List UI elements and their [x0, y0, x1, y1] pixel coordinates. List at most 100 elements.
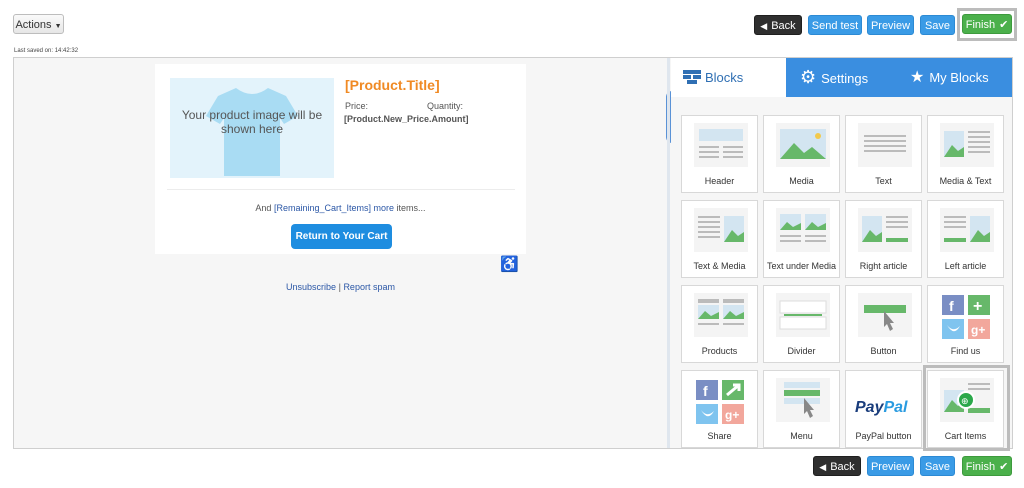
block-header[interactable]: Header [681, 115, 758, 193]
block-label: Button [870, 346, 897, 356]
footer-finish-label: Finish [965, 461, 996, 473]
block-menu[interactable]: Menu [763, 370, 840, 448]
send-test-label: Send test [811, 20, 859, 32]
block-paypal-button[interactable]: PayPal PayPal button [845, 370, 922, 448]
block-media[interactable]: Media [763, 115, 840, 193]
email-footer-links: Unsubscribe | Report spam [14, 282, 667, 292]
block-products[interactable]: Products [681, 285, 758, 363]
block-share[interactable]: f g+ Share [681, 370, 758, 448]
actions-dropdown[interactable]: Actions ▼ [13, 14, 64, 34]
actions-label: Actions [15, 19, 52, 31]
media-text-block-icon [940, 123, 994, 167]
block-label: Right article [859, 261, 908, 271]
footer-save-label: Save [924, 461, 951, 473]
panel-resize-handle[interactable] [667, 58, 670, 448]
text-under-media-block-icon [776, 208, 830, 252]
product-title: [Product.Title] [345, 77, 440, 93]
block-label: Text & Media [693, 261, 746, 271]
star-icon: ★ [910, 69, 925, 86]
block-text-under-media[interactable]: Text under Media [763, 200, 840, 278]
button-block-icon [858, 293, 912, 337]
send-test-button[interactable]: Send test [808, 15, 862, 35]
footer-separator: | [338, 282, 341, 292]
checkmark-icon: ✔ [999, 461, 1009, 473]
return-to-cart-button[interactable]: Return to Your Cart [291, 224, 392, 249]
text-media-block-icon [694, 208, 748, 252]
unsubscribe-link[interactable]: Unsubscribe [286, 282, 336, 292]
block-label: Products [701, 346, 738, 356]
footer-preview-button[interactable]: Preview [867, 456, 914, 476]
quantity-label: Quantity: [427, 101, 464, 111]
header-block-icon [694, 123, 748, 167]
tab-settings[interactable]: ⚙ Settings [786, 58, 896, 97]
back-button[interactable]: ◀ Back [754, 15, 802, 35]
chevron-left-icon: ◀ [819, 462, 827, 472]
block-text-and-media[interactable]: Text & Media [681, 200, 758, 278]
media-block-icon [776, 123, 830, 167]
caret-down-icon: ▼ [54, 23, 62, 30]
block-label: Media & Text [939, 176, 992, 186]
remaining-suffix: items... [396, 203, 426, 213]
block-find-us[interactable]: f + g+ Find us [927, 285, 1004, 363]
block-text[interactable]: Text [845, 115, 922, 193]
svg-text:f: f [949, 298, 954, 314]
block-label: Divider [787, 346, 816, 356]
save-button[interactable]: Save [920, 15, 955, 35]
block-left-article[interactable]: Left article [927, 200, 1004, 278]
finish-button[interactable]: Finish ✔ [962, 14, 1012, 34]
tab-blocks[interactable]: Blocks [671, 58, 786, 97]
block-label: Menu [790, 431, 813, 441]
footer-back-button[interactable]: ◀ Back [813, 456, 861, 476]
block-label: Left article [944, 261, 987, 271]
price-label: Price: [345, 101, 369, 111]
block-label: Text [875, 176, 892, 186]
left-article-block-icon [940, 208, 994, 252]
footer-finish-button[interactable]: Finish ✔ [962, 456, 1012, 476]
report-spam-link[interactable]: Report spam [343, 282, 395, 292]
cart-items-highlight [923, 365, 1010, 451]
tab-blocks-label: Blocks [705, 70, 744, 85]
save-label: Save [924, 20, 951, 32]
block-button[interactable]: Button [845, 285, 922, 363]
back-label: Back [771, 20, 796, 32]
gear-icon: ⚙ [800, 67, 817, 87]
remaining-prefix: And [255, 203, 272, 213]
price-value: [Product.New_Price.Amount] [344, 114, 469, 124]
products-block-icon [694, 293, 748, 337]
preview-button[interactable]: Preview [867, 15, 914, 35]
remaining-more-link[interactable]: more [374, 203, 395, 213]
last-saved-status: Last saved on: 14:42:32 [14, 48, 79, 54]
preview-label: Preview [870, 20, 911, 32]
block-right-article[interactable]: Right article [845, 200, 922, 278]
chevron-left-icon: ◀ [760, 21, 768, 31]
block-divider[interactable]: Divider [763, 285, 840, 363]
remaining-items-text: And [Remaining_Cart_Items] more items... [155, 203, 526, 213]
block-label: Header [704, 176, 735, 186]
accessibility-icon[interactable]: ♿ [500, 255, 519, 273]
svg-text:g+: g+ [725, 408, 739, 422]
block-media-and-text[interactable]: Media & Text [927, 115, 1004, 193]
blocks-icon [683, 70, 701, 84]
footer-save-button[interactable]: Save [920, 456, 955, 476]
block-label: Share [707, 431, 732, 441]
product-image-placeholder[interactable]: Your product image will be shown here [170, 78, 334, 178]
email-canvas: Your product image will be shown here [P… [155, 64, 526, 254]
right-article-block-icon [858, 208, 912, 252]
tab-my-blocks-label: My Blocks [929, 70, 989, 85]
checkmark-icon: ✔ [999, 19, 1009, 31]
find-us-block-icon: f + g+ [942, 295, 990, 339]
panel-tabs: Blocks ⚙ Settings ★ My Blocks [671, 58, 1012, 97]
text-block-icon [858, 123, 912, 167]
remaining-items-link[interactable]: [Remaining_Cart_Items] [274, 203, 371, 213]
block-label: PayPal button [855, 431, 912, 441]
block-label: Find us [950, 346, 981, 356]
share-block-icon: f g+ [696, 380, 744, 424]
block-label: Media [789, 176, 814, 186]
menu-block-icon [776, 378, 830, 422]
tab-my-blocks[interactable]: ★ My Blocks [896, 58, 1012, 97]
paypal-logo: PayPal [855, 399, 908, 416]
footer-preview-label: Preview [870, 461, 911, 473]
tab-settings-label: Settings [821, 71, 869, 86]
editor-area: Your product image will be shown here [P… [13, 57, 1013, 449]
svg-text:g+: g+ [971, 323, 985, 337]
